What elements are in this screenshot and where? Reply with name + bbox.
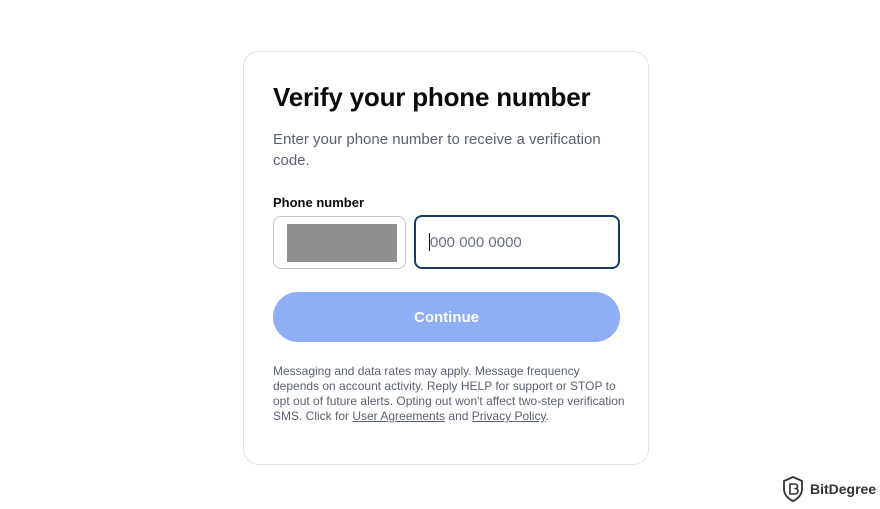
phone-number-label: Phone number	[273, 195, 365, 210]
text-cursor	[429, 233, 430, 251]
phone-number-input[interactable]	[414, 215, 620, 269]
verify-phone-card: Verify your phone number Enter your phon…	[243, 51, 649, 465]
bitdegree-shield-logo-icon	[783, 476, 803, 502]
watermark-text: BitDegree	[810, 481, 877, 497]
privacy-policy-link[interactable]: Privacy Policy	[472, 409, 546, 423]
disclaimer-and-text: and	[445, 409, 472, 423]
continue-button[interactable]: Continue	[273, 292, 620, 342]
country-code-select[interactable]	[273, 216, 406, 269]
user-agreements-link[interactable]: User Agreements	[352, 409, 445, 423]
redacted-country-code	[287, 224, 397, 262]
bitdegree-watermark: BitDegree	[782, 475, 876, 503]
disclaimer-period: .	[545, 409, 549, 423]
page-title: Verify your phone number	[273, 82, 591, 112]
sms-disclaimer: Messaging and data rates may apply. Mess…	[273, 364, 628, 424]
page-subtitle: Enter your phone number to receive a ver…	[273, 131, 601, 169]
